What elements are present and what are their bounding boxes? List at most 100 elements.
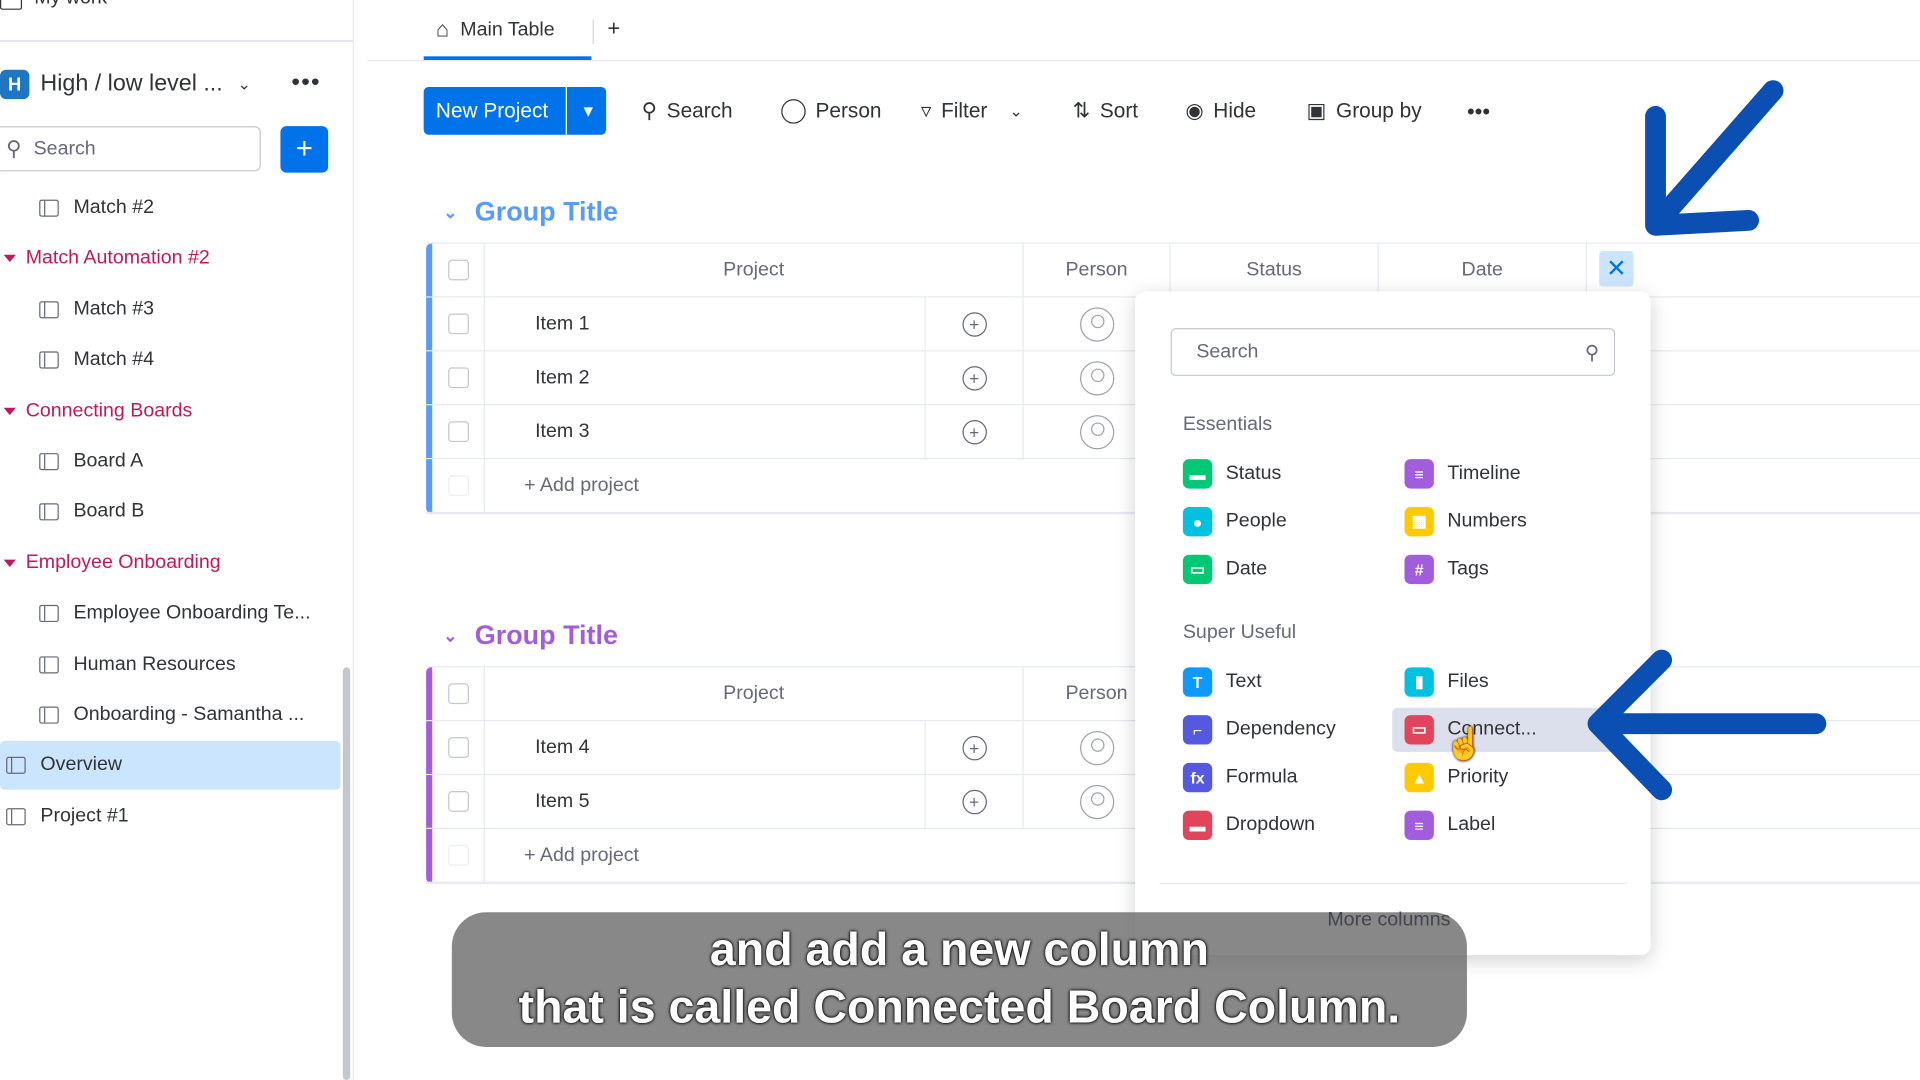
sidebar-item-board[interactable]: Employee Onboarding Te... [0, 589, 340, 638]
column-option-label: Tags [1447, 558, 1489, 580]
column-option[interactable]: T Text [1171, 660, 1385, 704]
search-button[interactable]: ⚲ Search [642, 91, 733, 133]
person-button[interactable]: Person [781, 91, 881, 133]
more-icon[interactable]: ••• [291, 69, 320, 97]
sidebar-item-board[interactable]: Match #2 [0, 184, 340, 233]
chevron-down-icon[interactable]: ▼ [565, 86, 596, 135]
sidebar-item-board[interactable]: Onboarding - Samantha ... [0, 691, 340, 740]
sidebar-item-board[interactable]: Match #3 [0, 285, 340, 334]
row-checkbox[interactable] [447, 791, 469, 812]
item-name-cell[interactable]: Item 1 [485, 297, 926, 351]
sidebar-item-board[interactable]: Overview [0, 741, 341, 791]
board-icon [39, 706, 59, 724]
more-columns-link[interactable]: More columns [1327, 910, 1450, 932]
chevron-down-icon[interactable]: ⌄ [1009, 102, 1022, 122]
person-avatar-icon[interactable] [1079, 414, 1114, 449]
column-header-label: Project [723, 682, 785, 704]
add-update-icon[interactable]: + [961, 311, 987, 337]
person-avatar-icon[interactable] [1079, 360, 1114, 395]
column-option[interactable]: ≡ Label [1392, 803, 1606, 847]
person-avatar-icon[interactable] [1079, 306, 1114, 342]
add-button[interactable]: + [280, 126, 329, 173]
column-header[interactable]: Project [485, 243, 1024, 297]
tab-main-table[interactable]: ⌂ Main Table [436, 17, 555, 43]
column-type-icon: ▲ [1404, 762, 1434, 793]
folder-label: Employee Onboarding [25, 552, 221, 573]
row-checkbox[interactable] [447, 313, 469, 335]
add-update-icon[interactable]: + [961, 365, 987, 391]
item-name-cell[interactable]: Item 2 [485, 351, 926, 405]
add-project-input[interactable]: + Add project [485, 459, 1024, 512]
row-checkbox[interactable] [447, 367, 469, 389]
column-header[interactable]: Person [1024, 243, 1171, 297]
board-label: Board B [73, 501, 145, 523]
board-icon [6, 757, 26, 775]
column-type-icon: ▭ [1182, 554, 1213, 585]
group-title[interactable]: ⌄ Group Title [443, 196, 618, 228]
column-option[interactable]: ▬ Dropdown [1171, 803, 1385, 847]
new-project-button[interactable]: New Project ▼ [423, 86, 607, 135]
sidebar-item-board[interactable]: Board B [0, 488, 340, 537]
add-update-icon[interactable]: + [961, 789, 987, 814]
add-project-input[interactable]: + Add project [485, 829, 1024, 882]
caret-down-icon[interactable] [3, 559, 16, 567]
person-avatar-icon[interactable] [1079, 730, 1114, 765]
add-update-icon[interactable]: + [961, 419, 987, 444]
group-title[interactable]: ⌄ Group Title [443, 620, 618, 652]
sidebar-item-board[interactable]: Project #1 [0, 792, 340, 841]
item-name-cell[interactable]: Item 3 [485, 405, 926, 458]
chevron-down-icon[interactable]: ⌄ [443, 625, 457, 646]
more-icon[interactable]: ••• [1467, 91, 1490, 133]
column-option[interactable]: ⌐ Dependency [1171, 708, 1385, 752]
sidebar-search-input[interactable]: ⚲ Search [0, 126, 261, 172]
filter-button[interactable]: ▿ Filter ⌄ [921, 91, 1023, 133]
row-checkbox[interactable] [447, 737, 469, 758]
board-label: Overview [40, 754, 123, 776]
column-search-input[interactable]: Search ⚲ [1170, 328, 1616, 376]
row-checkbox[interactable] [447, 844, 469, 866]
sidebar-scrollbar[interactable] [342, 667, 351, 1080]
caption-line-2: that is called Connected Board Column. [518, 982, 1401, 1034]
column-header-label: Status [1246, 258, 1302, 280]
row-checkbox[interactable] [447, 259, 469, 281]
sidebar-folder[interactable]: Match Automation #2 [0, 240, 210, 277]
column-header[interactable]: Project [485, 667, 1024, 721]
arrow-annotation-left [1587, 649, 1827, 801]
folder-label: Connecting Boards [25, 399, 193, 421]
column-header[interactable]: Date [1379, 243, 1587, 297]
board-label: Match #4 [73, 349, 155, 371]
hide-label: Hide [1213, 99, 1257, 123]
column-option[interactable]: # Tags [1392, 547, 1606, 591]
add-update-icon[interactable]: + [961, 735, 987, 760]
row-checkbox[interactable] [447, 421, 469, 443]
column-header[interactable]: Status [1171, 243, 1379, 297]
column-option[interactable]: ▦ Numbers [1392, 500, 1606, 544]
sidebar-folder[interactable]: Employee Onboarding [0, 545, 221, 582]
workspace-selector[interactable]: High / low level ... ⌄ [40, 71, 250, 98]
caret-down-icon[interactable] [3, 255, 16, 263]
sidebar-my-work[interactable]: My work [0, 0, 107, 10]
column-option[interactable]: ≡ Timeline [1392, 452, 1606, 496]
column-type-icon: # [1404, 554, 1434, 585]
sidebar-folder[interactable]: Connecting Boards [0, 393, 192, 430]
item-name-cell[interactable]: Item 4 [485, 721, 926, 774]
hide-button[interactable]: ◉ Hide [1185, 91, 1256, 133]
row-checkbox[interactable] [447, 475, 469, 496]
chevron-down-icon[interactable]: ⌄ [443, 201, 457, 222]
hand-cursor-icon: ☝ [1444, 724, 1485, 762]
item-name-cell[interactable]: Item 5 [485, 775, 926, 828]
sidebar-item-board[interactable]: Board A [0, 437, 340, 486]
column-option[interactable]: ▭ Date [1171, 547, 1385, 591]
sort-button[interactable]: ⇅ Sort [1073, 91, 1138, 133]
sidebar-item-board[interactable]: Human Resources [0, 640, 340, 689]
checkbox-icon [0, 0, 23, 10]
caret-down-icon[interactable] [3, 407, 16, 415]
row-checkbox[interactable] [447, 683, 469, 705]
add-tab-button[interactable]: + [607, 16, 620, 42]
column-option[interactable]: fx Formula [1171, 756, 1385, 800]
column-option[interactable]: ● People [1171, 500, 1385, 544]
sidebar-item-board[interactable]: Match #4 [0, 336, 340, 385]
column-option[interactable]: ▬ Status [1171, 452, 1385, 496]
person-avatar-icon[interactable] [1079, 784, 1114, 819]
group-by-button[interactable]: ▣ Group by [1307, 91, 1422, 133]
